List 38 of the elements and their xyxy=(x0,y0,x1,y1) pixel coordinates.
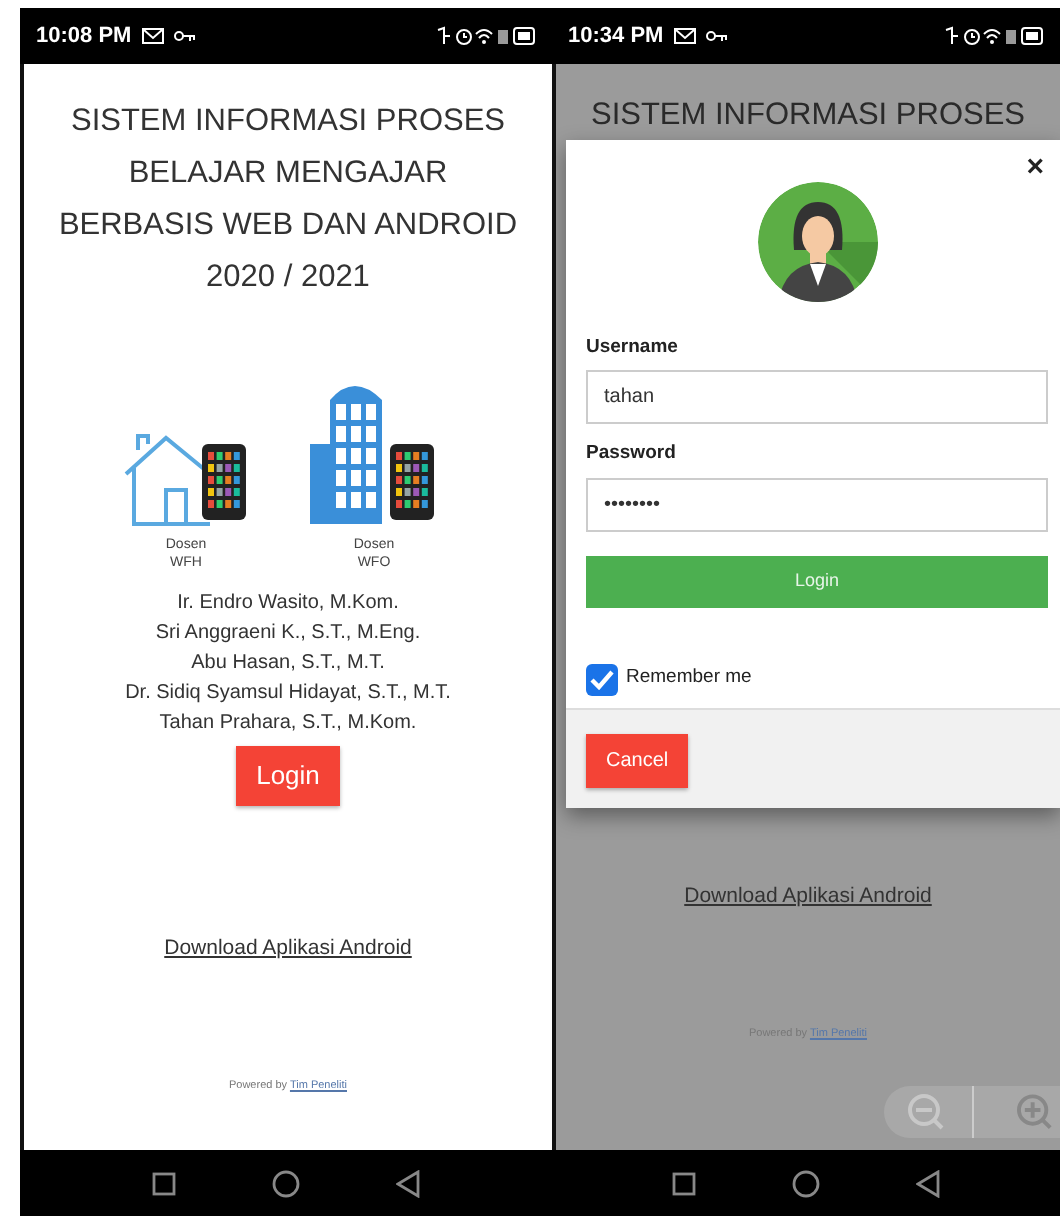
title-text: BELAJAR MENGAJAR xyxy=(126,154,450,194)
home-icon xyxy=(272,1169,300,1197)
recents-icon xyxy=(152,1171,176,1195)
key-icon xyxy=(173,30,196,42)
mail-icon xyxy=(673,28,696,44)
title-text: BERBASIS WEB DAN ANDROID xyxy=(56,206,520,246)
author-name: Tahan Prahara, S.T., M.Kom. xyxy=(157,710,419,738)
title-text: SISTEM INFORMASI PROSES xyxy=(68,102,508,142)
status-icons-drawing xyxy=(436,26,536,46)
title-text: SISTEM INFORMASI PROSES xyxy=(588,96,1028,136)
author-name: Ir. Endro Wasito, M.Kom. xyxy=(175,590,401,618)
back-icon xyxy=(916,1169,940,1197)
home-icon xyxy=(792,1169,820,1197)
login-button[interactable]: Login xyxy=(236,746,340,805)
input-field[interactable]: •••••••• xyxy=(586,477,1048,531)
download-link[interactable]: Download Aplikasi Android xyxy=(684,884,932,908)
author-name: Abu Hasan, S.T., M.T. xyxy=(189,650,387,678)
author-name: Sri Anggraeni K., S.T., M.Eng. xyxy=(153,620,423,648)
title-text: 2020 / 2021 xyxy=(204,258,372,298)
remember-checkbox[interactable] xyxy=(586,663,618,695)
key-icon xyxy=(705,30,728,42)
download-link[interactable]: Download Aplikasi Android xyxy=(164,935,412,959)
recents-icon xyxy=(672,1171,696,1195)
avatar-icon xyxy=(757,182,877,302)
remember-label: Remember me xyxy=(626,664,752,693)
status-time: 10:34 PM xyxy=(568,21,664,52)
close-button[interactable]: × xyxy=(1022,152,1048,182)
cancel-button[interactable]: Cancel xyxy=(586,733,689,787)
house-phone-drawing xyxy=(122,432,250,528)
back-icon xyxy=(396,1169,420,1197)
status-time: 10:08 PM xyxy=(36,21,132,52)
author-name: Dr. Sidiq Syamsul Hidayat, S.T., M.T. xyxy=(123,680,453,708)
status-icons-drawing xyxy=(944,26,1044,46)
login-button[interactable]: Login xyxy=(586,555,1048,607)
mail-icon xyxy=(141,28,164,44)
field-label: Password xyxy=(586,440,678,469)
field-label: Username xyxy=(586,334,680,362)
input-field[interactable]: tahan xyxy=(586,370,1048,425)
